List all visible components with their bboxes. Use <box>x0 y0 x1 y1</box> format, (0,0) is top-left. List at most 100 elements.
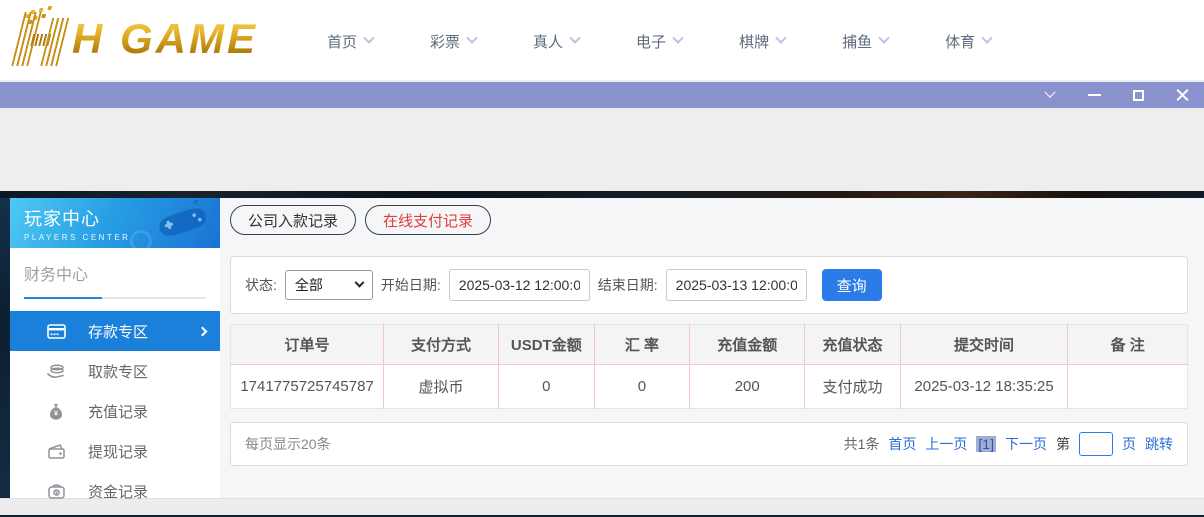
nav-item-slots[interactable]: 电子 <box>636 31 684 52</box>
prev-page-link[interactable]: 上一页 <box>925 434 967 454</box>
payment-records-table: 订单号 支付方式 USDT金额 汇 率 充值金额 充值状态 提交时间 备 注 1… <box>230 324 1188 409</box>
cell-order-number: 1741775725745787 <box>230 364 384 409</box>
chevron-right-icon <box>197 326 208 336</box>
nav-item-live[interactable]: 真人 <box>533 31 581 52</box>
svg-text:¥: ¥ <box>54 411 58 418</box>
status-select-value: 全部 <box>294 277 323 293</box>
divider-strip <box>0 191 1204 198</box>
tab-online-payment-records[interactable]: 在线支付记录 <box>365 205 492 235</box>
nav-item-home[interactable]: 首页 <box>327 31 375 52</box>
main-content: 公司入款记录 在线支付记录 状态: 全部 开始日期: 结束日期: 查询 订单号 <box>220 198 1204 498</box>
sidebar-item-deposit-zone[interactable]: 存款专区 <box>10 311 220 351</box>
chevron-down-icon <box>1044 86 1056 98</box>
chevron-down-icon <box>569 32 581 44</box>
current-page-indicator: [1] <box>976 436 996 452</box>
nav-label: 首页 <box>327 33 358 51</box>
cell-remarks <box>1067 364 1188 409</box>
jump-link[interactable]: 跳转 <box>1145 434 1173 454</box>
maximize-button[interactable] <box>1130 87 1146 103</box>
window-titlebar <box>0 82 1204 108</box>
nav-label: 真人 <box>533 33 564 51</box>
col-recharge-amount: 充值金额 <box>689 324 805 365</box>
wallet-icon <box>46 441 66 461</box>
cell-payment-method: 虚拟币 <box>383 364 499 409</box>
site-header: H GAME 首页 彩票 真人 电子 棋牌 捕鱼 体育 <box>0 0 1204 82</box>
page-number-input[interactable] <box>1079 432 1113 456</box>
cell-recharge-amount: 200 <box>689 364 805 409</box>
filter-panel: 状态: 全部 开始日期: 结束日期: 查询 <box>230 256 1188 314</box>
chevron-down-icon <box>775 32 787 44</box>
record-tabs: 公司入款记录 在线支付记录 <box>230 205 1188 235</box>
money-bag-icon: ¥ <box>46 401 66 421</box>
nav-item-fishing[interactable]: 捕鱼 <box>842 31 890 52</box>
close-button[interactable] <box>1174 87 1190 103</box>
page-prefix-label: 第 <box>1056 436 1070 452</box>
hand-money-icon <box>46 361 66 381</box>
first-page-link[interactable]: 首页 <box>888 434 916 454</box>
cell-usdt-amount: 0 <box>497 364 595 409</box>
nav-label: 彩票 <box>430 33 461 51</box>
bank-card-icon <box>46 321 66 341</box>
pagination-bar: 每页显示20条 共1条 首页 上一页 [1] 下一页 第 页 跳转 <box>230 422 1188 466</box>
brand-logo: H GAME <box>10 10 258 68</box>
status-select[interactable]: 全部 <box>284 270 373 300</box>
page-size-label: 每页显示20条 <box>245 436 331 452</box>
query-button[interactable]: 查询 <box>821 269 882 301</box>
pager: 共1条 首页 上一页 [1] 下一页 第 页 跳转 <box>844 432 1173 456</box>
nav-item-lottery[interactable]: 彩票 <box>430 31 478 52</box>
start-date-input[interactable] <box>448 269 590 301</box>
col-usdt-amount: USDT金额 <box>497 324 595 365</box>
workspace: 玩家中心 PLAYERS CENTER 财务中心 存款专区 取款专区 ¥ 充值记… <box>0 198 1204 501</box>
chevron-down-icon <box>981 32 993 44</box>
sidebar-menu: 存款专区 取款专区 ¥ 充值记录 提现记录 ¥ 资金记录 <box>10 311 220 511</box>
nav-item-sports[interactable]: 体育 <box>945 31 993 52</box>
cell-recharge-status: 支付成功 <box>804 364 901 409</box>
finance-center-section: 财务中心 <box>10 248 220 299</box>
col-submit-time: 提交时间 <box>899 324 1068 365</box>
sidebar-item-recharge-records[interactable]: ¥ 充值记录 <box>10 391 220 431</box>
end-date-input[interactable] <box>665 269 807 301</box>
nav-label: 捕鱼 <box>842 33 873 51</box>
sidebar-item-funds-records[interactable]: ¥ 资金记录 <box>10 471 220 511</box>
chevron-down-icon <box>878 32 890 44</box>
circle-decoration <box>130 230 152 248</box>
sidebar: 玩家中心 PLAYERS CENTER 财务中心 存款专区 取款专区 ¥ 充值记… <box>10 198 220 501</box>
collapse-button[interactable] <box>1042 86 1058 103</box>
logo-text: H GAME <box>72 10 258 68</box>
page-suffix-label: 页 <box>1122 436 1136 452</box>
chevron-down-icon <box>466 32 478 44</box>
empty-panel <box>0 108 1204 191</box>
col-order-number: 订单号 <box>230 324 384 365</box>
next-page-link[interactable]: 下一页 <box>1005 434 1047 454</box>
tab-company-deposit-records[interactable]: 公司入款记录 <box>230 205 357 235</box>
sidebar-item-label: 取款专区 <box>88 363 149 381</box>
table-row: 1741775725745787 虚拟币 0 0 200 支付成功 2025-0… <box>230 364 1188 409</box>
logo-striped-h-icon <box>3 10 75 68</box>
finance-center-label: 财务中心 <box>24 267 89 284</box>
sidebar-item-label: 充值记录 <box>88 403 149 421</box>
sidebar-item-label: 提现记录 <box>88 443 149 461</box>
cell-exchange-rate: 0 <box>593 364 690 409</box>
status-label: 状态: <box>245 277 277 293</box>
minimize-button[interactable] <box>1086 87 1102 103</box>
gamepad-icon <box>159 200 206 236</box>
col-payment-method: 支付方式 <box>383 324 499 365</box>
section-divider <box>24 297 206 299</box>
sidebar-item-label: 存款专区 <box>88 323 149 341</box>
nav-item-cards[interactable]: 棋牌 <box>739 31 787 52</box>
chevron-down-icon <box>672 32 684 44</box>
table-header-row: 订单号 支付方式 USDT金额 汇 率 充值金额 充值状态 提交时间 备 注 <box>230 324 1188 365</box>
sidebar-item-withdraw-zone[interactable]: 取款专区 <box>10 351 220 391</box>
col-remarks: 备 注 <box>1067 324 1188 365</box>
nav-label: 体育 <box>945 33 976 51</box>
cell-submit-time: 2025-03-12 18:35:25 <box>899 364 1068 409</box>
minimize-icon <box>1087 94 1101 96</box>
total-count-label: 共1条 <box>843 436 880 452</box>
col-exchange-rate: 汇 率 <box>593 324 690 365</box>
start-date-label: 开始日期: <box>380 277 441 293</box>
nav-label: 电子 <box>636 33 667 51</box>
left-edge-decoration <box>0 198 10 498</box>
sidebar-item-withdrawal-records[interactable]: 提现记录 <box>10 431 220 471</box>
sidebar-header: 玩家中心 PLAYERS CENTER <box>10 198 220 248</box>
maximize-icon <box>1132 89 1144 101</box>
